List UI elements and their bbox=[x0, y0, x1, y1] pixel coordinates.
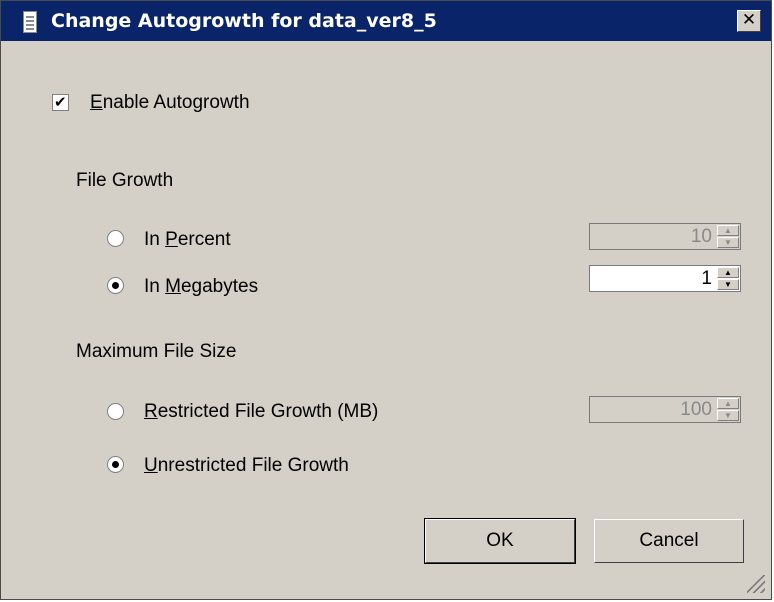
restricted-growth-label[interactable]: Restricted File Growth (MB) bbox=[144, 401, 378, 423]
cancel-button[interactable]: Cancel bbox=[594, 519, 744, 563]
file-growth-heading: File Growth bbox=[76, 170, 174, 191]
unrestricted-growth-radio[interactable] bbox=[107, 456, 124, 473]
close-icon: ✕ bbox=[741, 10, 757, 30]
close-button[interactable]: ✕ bbox=[737, 10, 761, 32]
ok-button[interactable]: OK bbox=[424, 518, 576, 564]
window-title: Change Autogrowth for data_ver8_5 bbox=[51, 10, 437, 32]
in-percent-radio[interactable] bbox=[107, 230, 124, 247]
change-autogrowth-dialog: Change Autogrowth for data_ver8_5 ✕ ✔ En… bbox=[0, 0, 772, 600]
radio-selected-dot bbox=[112, 282, 119, 289]
unrestricted-growth-label[interactable]: Unrestricted File Growth bbox=[144, 455, 349, 477]
restricted-size-spinbox[interactable]: 100 ▲ ▼ bbox=[589, 396, 741, 423]
title-bar[interactable]: Change Autogrowth for data_ver8_5 ✕ bbox=[1, 1, 771, 41]
radio-selected-dot bbox=[112, 461, 119, 468]
spin-down-icon[interactable]: ▼ bbox=[717, 410, 739, 421]
spin-up-icon[interactable]: ▲ bbox=[717, 267, 739, 278]
spin-down-icon[interactable]: ▼ bbox=[717, 237, 739, 248]
database-icon bbox=[23, 11, 37, 33]
spin-down-icon[interactable]: ▼ bbox=[717, 279, 739, 290]
percent-spinbox[interactable]: 10 ▲ ▼ bbox=[589, 223, 741, 250]
spin-up-icon[interactable]: ▲ bbox=[717, 398, 739, 409]
enable-autogrowth-label[interactable]: Enable Autogrowth bbox=[90, 92, 250, 114]
restricted-size-value: 100 bbox=[680, 399, 712, 420]
restricted-growth-radio[interactable] bbox=[107, 403, 124, 420]
checkmark-icon: ✔ bbox=[54, 93, 67, 111]
max-file-size-heading: Maximum File Size bbox=[76, 341, 237, 362]
in-megabytes-radio[interactable] bbox=[107, 277, 124, 294]
spin-up-icon[interactable]: ▲ bbox=[717, 225, 739, 236]
in-megabytes-label[interactable]: In Megabytes bbox=[144, 276, 258, 298]
megabytes-spinbox[interactable]: 1 ▲ ▼ bbox=[589, 265, 741, 292]
percent-value: 10 bbox=[690, 226, 712, 247]
resize-grip-icon[interactable] bbox=[747, 575, 765, 593]
megabytes-value: 1 bbox=[701, 268, 712, 289]
in-percent-label[interactable]: In Percent bbox=[144, 229, 231, 251]
enable-autogrowth-checkbox[interactable]: ✔ bbox=[52, 93, 69, 111]
